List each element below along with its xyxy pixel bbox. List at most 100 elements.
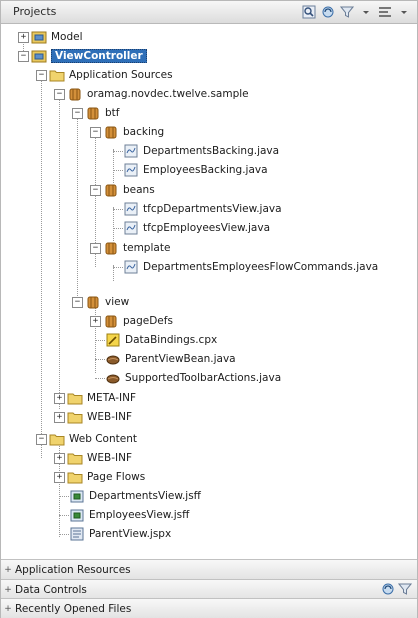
collapse-toggle[interactable]: − — [36, 434, 47, 445]
tree-line — [59, 534, 69, 535]
accordion-recently-opened-files[interactable]: + Recently Opened Files — [1, 598, 417, 618]
tree-node-web-inf[interactable]: WEB-INF — [67, 407, 132, 426]
accordion-application-resources[interactable]: + Application Resources — [1, 559, 417, 579]
expand-toggle[interactable]: + — [18, 32, 29, 43]
tree-node-model[interactable]: Model — [31, 27, 83, 46]
package-icon — [103, 183, 119, 197]
filter-dropdown-icon[interactable] — [358, 4, 373, 19]
package-icon — [103, 125, 119, 139]
expand-icon: + — [4, 564, 12, 575]
tree-node-beans[interactable]: beans — [103, 180, 155, 199]
expand-icon: + — [4, 603, 12, 614]
tree-node-btf[interactable]: btf — [85, 103, 119, 122]
tree-line — [113, 170, 123, 171]
tree-node-web-inf-2[interactable]: WEB-INF — [67, 448, 132, 467]
tree-node-web-content[interactable]: Web Content — [49, 429, 137, 448]
tree-node-application-sources[interactable]: Application Sources — [49, 65, 173, 84]
collapse-toggle[interactable]: − — [18, 51, 29, 62]
folder-icon — [67, 391, 83, 405]
sync-icon[interactable] — [320, 4, 335, 19]
jspx-file-icon — [69, 527, 85, 541]
folder-icon — [67, 451, 83, 465]
projects-panel: Projects + Model − ViewController − Appl… — [0, 0, 418, 618]
collapse-toggle[interactable]: − — [90, 185, 101, 196]
collapse-toggle[interactable]: − — [36, 70, 47, 81]
bean-icon — [105, 371, 121, 385]
accordion-label: Recently Opened Files — [15, 602, 132, 615]
tree-node-page-flows[interactable]: Page Flows — [67, 467, 145, 486]
tree-line — [77, 111, 78, 306]
tree-node-flow-commands[interactable]: DepartmentsEmployeesFlowCommands.java — [123, 257, 378, 276]
tree-node-supported-toolbar[interactable]: SupportedToolbarActions.java — [105, 368, 281, 387]
tree-node-employees-backing[interactable]: EmployeesBacking.java — [123, 160, 268, 179]
options-icon[interactable] — [377, 4, 392, 19]
project-tree: + Model − ViewController − Application S… — [1, 25, 417, 557]
expand-toggle[interactable]: + — [54, 393, 65, 404]
tree-line — [95, 378, 105, 379]
tree-node-parent-view-bean[interactable]: ParentViewBean.java — [105, 349, 236, 368]
tree-node-template[interactable]: template — [103, 238, 170, 257]
package-icon — [103, 241, 119, 255]
options-dropdown-icon[interactable] — [396, 4, 411, 19]
databindings-file-icon — [105, 333, 121, 347]
tree-node-package[interactable]: oramag.novdec.twelve.sample — [67, 84, 249, 103]
package-icon — [85, 295, 101, 309]
find-icon[interactable] — [301, 4, 316, 19]
tree-node-pagedefs[interactable]: pageDefs — [103, 311, 173, 330]
package-icon — [67, 87, 83, 101]
collapse-toggle[interactable]: − — [72, 297, 83, 308]
bean-icon — [105, 352, 121, 366]
tree-node-tfcp-employees[interactable]: tfcpEmployeesView.java — [123, 218, 270, 237]
accordion-label: Data Controls — [15, 583, 87, 596]
collapse-toggle[interactable]: − — [54, 89, 65, 100]
tree-line — [95, 303, 96, 373]
tree-node-databindings[interactable]: DataBindings.cpx — [105, 330, 217, 349]
collapse-toggle[interactable]: − — [90, 127, 101, 138]
folder-icon — [67, 470, 83, 484]
expand-toggle[interactable]: + — [90, 316, 101, 327]
tree-line — [95, 359, 105, 360]
jsff-file-icon — [69, 508, 85, 522]
expand-toggle[interactable]: + — [54, 453, 65, 464]
filter-icon[interactable] — [339, 4, 354, 19]
expand-toggle[interactable]: + — [54, 472, 65, 483]
project-icon — [31, 49, 47, 63]
accordion-label: Application Resources — [15, 563, 131, 576]
java-file-icon — [123, 163, 139, 177]
tree-node-employees-view-jsff[interactable]: EmployeesView.jsff — [69, 505, 189, 524]
tree-line — [59, 91, 60, 409]
panel-header: Projects — [1, 1, 417, 24]
tree-line — [113, 207, 114, 241]
tree-line — [59, 515, 69, 516]
tree-node-departments-view-jsff[interactable]: DepartmentsView.jsff — [69, 486, 201, 505]
tree-node-tfcp-departments[interactable]: tfcpDepartmentsView.java — [123, 199, 282, 218]
folder-icon — [49, 68, 65, 82]
accordion-data-controls[interactable]: + Data Controls — [1, 579, 417, 599]
tree-line — [113, 267, 123, 268]
expand-toggle[interactable]: + — [54, 412, 65, 423]
java-file-icon — [123, 221, 139, 235]
filter-icon[interactable] — [397, 582, 413, 599]
tree-line — [113, 228, 123, 229]
tree-node-backing[interactable]: backing — [103, 122, 164, 141]
tree-node-meta-inf[interactable]: META-INF — [67, 388, 136, 407]
tree-node-view[interactable]: view — [85, 292, 129, 311]
tree-node-departments-backing[interactable]: DepartmentsBacking.java — [123, 141, 279, 160]
tree-line — [95, 340, 105, 341]
refresh-icon[interactable] — [381, 582, 395, 599]
package-icon — [85, 106, 101, 120]
java-file-icon — [123, 260, 139, 274]
folder-icon — [67, 410, 83, 424]
expand-icon: + — [4, 584, 12, 595]
tree-node-parent-view-jspx[interactable]: ParentView.jspx — [69, 524, 171, 543]
tree-line — [59, 496, 69, 497]
tree-line — [59, 437, 60, 537]
package-icon — [103, 314, 119, 328]
tree-node-viewcontroller[interactable]: ViewController — [31, 46, 147, 65]
java-file-icon — [123, 144, 139, 158]
folder-icon — [49, 432, 65, 446]
project-icon — [31, 30, 47, 44]
collapse-toggle[interactable]: − — [90, 243, 101, 254]
collapse-toggle[interactable]: − — [72, 108, 83, 119]
tree-line — [41, 73, 42, 458]
